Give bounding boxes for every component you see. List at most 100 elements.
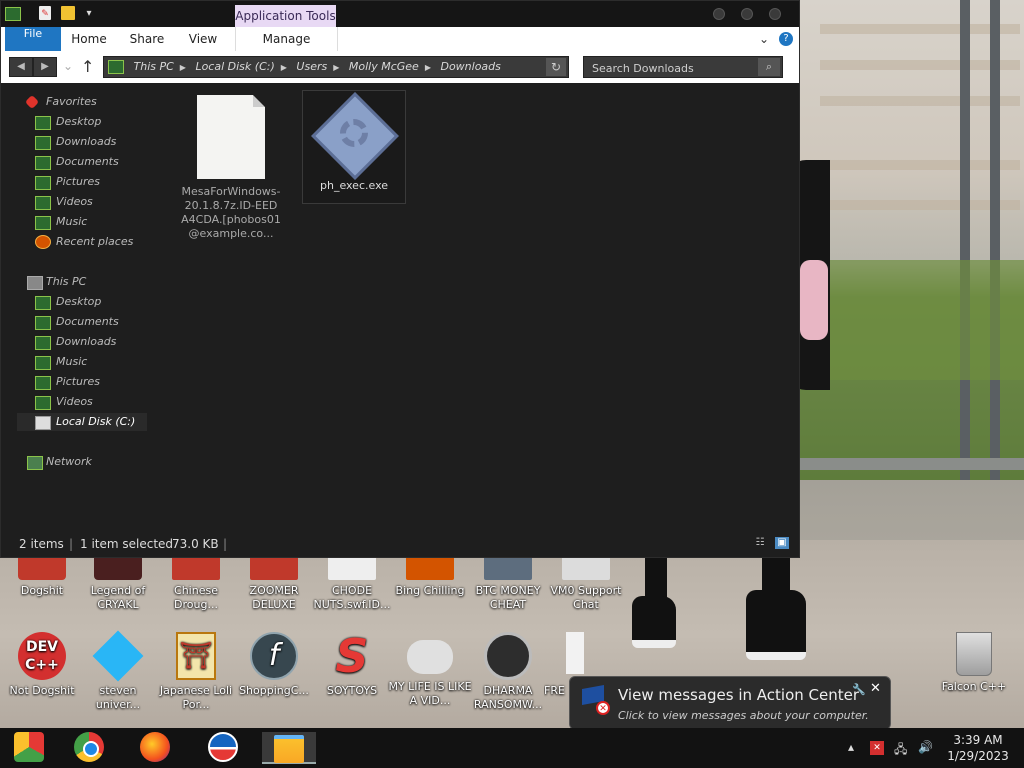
show-hidden-icons-icon[interactable]: ▴: [848, 740, 854, 754]
nav-pc-local-disk[interactable]: Local Disk (C:): [56, 415, 135, 428]
details-view-icon[interactable]: ☷: [753, 537, 767, 549]
file-name: ph_exec.exe: [319, 179, 389, 192]
search-input[interactable]: [590, 59, 754, 77]
nav-pc-downloads[interactable]: Downloads: [56, 335, 116, 348]
music-icon: [35, 216, 51, 230]
tab-share[interactable]: Share: [125, 27, 169, 51]
breadcrumb-separator-icon[interactable]: ▶: [281, 58, 287, 78]
tab-file[interactable]: File: [5, 27, 61, 51]
desktop-icon[interactable]: DEV C++ Not Dogshit: [0, 632, 84, 698]
expand-ribbon-icon[interactable]: ⌄: [759, 32, 769, 46]
file-item-selected[interactable]: ph_exec.exe: [302, 90, 406, 204]
notification-close-icon[interactable]: ✕: [870, 681, 881, 696]
network-tray-icon[interactable]: 🖧: [894, 740, 907, 761]
nav-network[interactable]: Network: [46, 455, 92, 468]
new-folder-icon[interactable]: [61, 6, 75, 20]
minimize-button[interactable]: [713, 8, 725, 20]
tab-view[interactable]: View: [183, 27, 223, 51]
search-box[interactable]: ⌕: [583, 56, 783, 78]
desktop-icon-label: Legend of CRYAKL: [90, 584, 146, 611]
back-button[interactable]: ◀: [9, 57, 33, 77]
music-icon: [35, 356, 51, 370]
desktop-icon-label: VM0 Support Chat: [550, 584, 622, 611]
up-arrow-icon[interactable]: ↑: [81, 57, 94, 76]
taskbar-app-explorer[interactable]: [262, 732, 316, 764]
nav-pc-music[interactable]: Music: [56, 355, 87, 368]
desktop-icon-label: Bing Chilling: [395, 584, 465, 597]
breadcrumb-item[interactable]: This PC: [134, 60, 174, 73]
nav-pc-pictures[interactable]: Pictures: [56, 375, 100, 388]
maximize-button[interactable]: [741, 8, 753, 20]
settings-wrench-icon[interactable]: 🔧: [852, 683, 866, 696]
nav-fav-documents[interactable]: Documents: [56, 155, 119, 168]
taskbar-app-obama[interactable]: [198, 732, 246, 764]
properties-icon[interactable]: ✎: [39, 6, 51, 20]
folder-icon: [274, 735, 304, 763]
title-bar: ✎ ▾ Application Tools: [1, 1, 799, 27]
nav-this-pc[interactable]: This PC: [46, 275, 86, 288]
desktop-icon[interactable]: f ShoppingC...: [232, 632, 316, 698]
desktop-icon[interactable]: steven univer...: [76, 630, 160, 712]
wallpaper-shoe: [746, 590, 806, 660]
desktop-icon[interactable]: S SOYTOYS: [310, 632, 394, 698]
taskbar-app-firefox[interactable]: [130, 732, 178, 764]
help-icon[interactable]: ?: [779, 32, 793, 46]
nav-fav-downloads[interactable]: Downloads: [56, 135, 116, 148]
downloads-icon: [35, 136, 51, 150]
search-icon[interactable]: ⌕: [758, 58, 780, 76]
archive-file-icon: [197, 95, 265, 179]
selection-size: 73.0 KB: [172, 537, 219, 551]
address-bar[interactable]: This PC ▶ Local Disk (C:) ▶ Users ▶ Molly M…: [103, 56, 569, 78]
volume-icon[interactable]: 🔊: [918, 740, 933, 754]
documents-icon: [35, 156, 51, 170]
status-divider: |: [223, 537, 228, 551]
quick-access-dropdown-icon[interactable]: ▾: [81, 6, 97, 22]
taskbar-app-chrome[interactable]: [64, 732, 112, 764]
tab-manage[interactable]: Manage: [235, 27, 338, 51]
recycle-bin-icon: [956, 632, 992, 676]
taskbar-app-monitor[interactable]: [4, 732, 52, 764]
nav-fav-recent[interactable]: Recent places: [56, 235, 133, 248]
desktop-icon-recycle[interactable]: Falcon C++: [932, 632, 1016, 694]
nav-pc-videos[interactable]: Videos: [56, 395, 93, 408]
breadcrumb-item[interactable]: Users: [296, 60, 327, 73]
recent-locations-icon[interactable]: ⌄: [63, 59, 73, 73]
refresh-button[interactable]: ↻: [546, 58, 566, 76]
this-pc-icon: [108, 60, 124, 74]
forward-button[interactable]: ▶: [33, 57, 57, 77]
desktop-icon[interactable]: ⛩ Japanese Loli Por...: [154, 632, 238, 712]
notification-subtitle: Click to view messages about your comput…: [618, 709, 869, 722]
system-clock[interactable]: 3:39 AM 1/29/2023: [940, 732, 1016, 764]
file-item[interactable]: MesaForWindows-20.1.8.7z.ID-EEDA4CDA.[ph…: [181, 95, 281, 241]
breadcrumb-separator-icon[interactable]: ▶: [425, 58, 431, 78]
nav-pc-documents[interactable]: Documents: [56, 315, 119, 328]
action-center-tray-icon[interactable]: ✕: [870, 741, 884, 755]
nav-fav-desktop[interactable]: Desktop: [56, 115, 101, 128]
desktop-icon[interactable]: DHARMA RANSOMW...: [466, 632, 550, 712]
breadcrumb-separator-icon[interactable]: ▶: [333, 58, 339, 78]
action-center-notification[interactable]: ✕ View messages in Action Center Click t…: [569, 676, 891, 728]
skull-icon: [484, 632, 532, 680]
breadcrumb-item[interactable]: Molly McGee: [349, 60, 419, 73]
nav-pc-desktop[interactable]: Desktop: [56, 295, 101, 308]
close-button[interactable]: [769, 8, 781, 20]
breadcrumb-item[interactable]: Downloads: [440, 60, 500, 73]
file-list: MesaForWindows-20.1.8.7z.ID-EEDA4CDA.[ph…: [149, 83, 799, 531]
breadcrumb-separator-icon[interactable]: ▶: [180, 58, 186, 78]
breadcrumb-item[interactable]: Local Disk (C:): [195, 60, 274, 73]
tab-home[interactable]: Home: [67, 27, 111, 51]
nav-fav-pictures[interactable]: Pictures: [56, 175, 100, 188]
explorer-app-icon[interactable]: [5, 7, 21, 21]
obama-logo-icon: [208, 732, 238, 762]
item-count: 2 items: [19, 537, 64, 551]
nav-favorites[interactable]: Favorites: [46, 95, 97, 108]
desktop-icon-label: FRE: [544, 684, 565, 697]
nav-fav-music[interactable]: Music: [56, 215, 87, 228]
flash-icon: f: [250, 632, 298, 680]
nav-fav-videos[interactable]: Videos: [56, 195, 93, 208]
desktop-icon-label: ShoppingC...: [239, 684, 309, 697]
desktop-icon[interactable]: MY LIFE IS LIKE A VID...: [388, 632, 472, 708]
large-icons-view-icon[interactable]: ▣: [775, 537, 789, 549]
monitor-app-icon: [14, 732, 44, 762]
diamond-icon: [92, 630, 144, 682]
